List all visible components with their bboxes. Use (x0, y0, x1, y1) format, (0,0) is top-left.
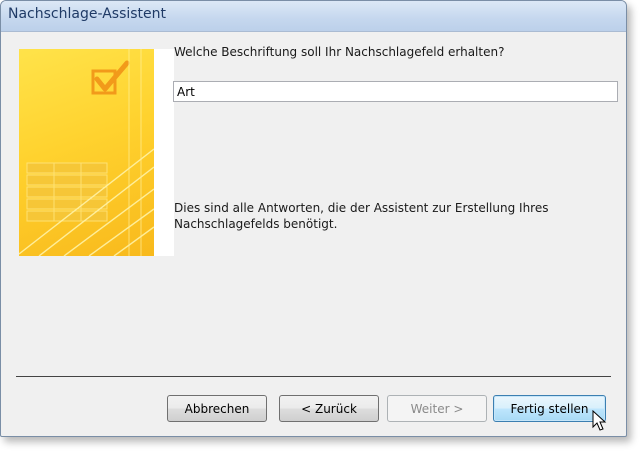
cancel-button-label: Abbrechen (184, 401, 250, 416)
caption-input[interactable] (173, 81, 618, 102)
mouse-pointer-icon (592, 410, 607, 431)
finish-button[interactable]: Fertig stellen (493, 395, 606, 422)
dialog-content: Welche Beschriftung soll Ihr Nachschlage… (6, 32, 621, 432)
title-bar[interactable]: Nachschlage-Assistent (1, 1, 626, 32)
wizard-illustration (19, 49, 174, 256)
info-text: Dies sind alle Antworten, die der Assist… (174, 201, 549, 231)
back-button[interactable]: < Zurück (279, 395, 379, 422)
separator-line (16, 376, 611, 377)
wizard-dialog: Nachschlage-Assistent Welche Beschriftun… (0, 0, 627, 437)
back-button-label: < Zurück (301, 401, 357, 416)
caption-question: Welche Beschriftung soll Ihr Nachschlage… (174, 45, 505, 59)
cancel-button[interactable]: Abbrechen (167, 395, 267, 422)
diagonal-lines-graphic (19, 49, 154, 256)
next-button-label: Weiter > (410, 401, 464, 416)
wizard-illustration-graphic (19, 49, 154, 256)
checkbox-check-icon (91, 60, 130, 95)
window-title: Nachschlage-Assistent (8, 6, 167, 22)
finish-button-label: Fertig stellen (510, 401, 589, 416)
next-button[interactable]: Weiter > (387, 395, 487, 422)
